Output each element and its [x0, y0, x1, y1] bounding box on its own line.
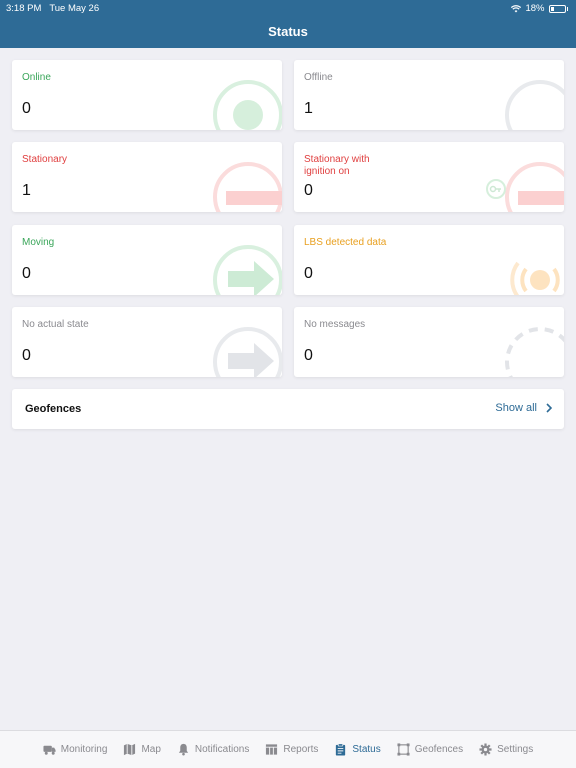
bottom-tab-bar: Monitoring Map Notifications Reports Sta…: [0, 730, 576, 768]
card-value: 0: [304, 265, 313, 282]
tab-label: Monitoring: [60, 744, 108, 755]
battery-icon: [548, 4, 566, 13]
show-all-link[interactable]: Show all: [495, 402, 552, 414]
geofences-row[interactable]: Geofences Show all: [12, 389, 564, 429]
status-right: 18%: [511, 3, 568, 14]
ignition-key-icon: [486, 162, 564, 212]
status-bar: 3:18 PM Tue May 26 18%: [0, 0, 576, 16]
tab-label: Reports: [283, 744, 319, 755]
tab-label: Status: [352, 744, 381, 755]
status-card-no-messages[interactable]: No messages 0: [294, 307, 564, 377]
status-card-stationary-ignition[interactable]: Stationary with ignition on 0: [294, 142, 564, 212]
geofences-title: Geofences: [25, 403, 82, 415]
card-value: 0: [22, 100, 31, 117]
tab-reports[interactable]: Reports: [257, 743, 326, 756]
no-state-arrow-icon: [213, 327, 282, 377]
stationary-bar-icon: [213, 162, 282, 212]
tab-notifications[interactable]: Notifications: [169, 743, 257, 756]
card-label: Stationary with ignition on: [304, 154, 370, 177]
page-title: Status: [268, 24, 308, 39]
card-label: Moving: [22, 237, 55, 248]
geofence-icon: [397, 743, 410, 756]
status-card-online[interactable]: Online 0: [12, 60, 282, 130]
offline-circle-icon: [505, 80, 564, 130]
card-value: 0: [22, 265, 31, 282]
show-all-label: Show all: [495, 402, 537, 414]
card-label: No actual state: [22, 319, 89, 330]
battery-percent: 18%: [525, 3, 545, 14]
tab-label: Map: [141, 744, 161, 755]
clock-date: Tue May 26: [49, 3, 100, 14]
card-label: Online: [22, 72, 51, 83]
map-icon: [124, 743, 136, 756]
tab-settings[interactable]: Settings: [471, 743, 541, 756]
moving-arrow-icon: [213, 245, 282, 295]
tab-status[interactable]: Status: [326, 743, 388, 756]
gear-icon: [479, 743, 492, 756]
tab-label: Settings: [497, 744, 534, 755]
online-dot-icon: [213, 80, 282, 130]
card-label: Offline: [304, 72, 333, 83]
tab-geofences[interactable]: Geofences: [389, 743, 471, 756]
card-label: Stationary: [22, 154, 68, 165]
table-icon: [266, 744, 278, 755]
tab-map[interactable]: Map: [115, 743, 168, 756]
card-value: 0: [304, 347, 313, 364]
no-messages-dashed-icon: [505, 327, 564, 377]
battery-nub: [566, 6, 568, 11]
card-label: LBS detected data: [304, 237, 387, 248]
card-value: 0: [304, 182, 313, 199]
status-card-offline[interactable]: Offline 1: [294, 60, 564, 130]
card-value: 1: [304, 100, 313, 117]
wifi-icon: [511, 4, 522, 12]
status-card-moving[interactable]: Moving 0: [12, 225, 282, 295]
lbs-signal-icon: [510, 261, 560, 295]
status-card-lbs[interactable]: LBS detected data 0: [294, 225, 564, 295]
card-label: No messages: [304, 319, 366, 330]
card-value: 1: [22, 182, 31, 199]
tab-label: Geofences: [414, 744, 464, 755]
bell-icon: [178, 743, 189, 756]
clipboard-icon: [336, 743, 346, 756]
tab-label: Notifications: [194, 744, 250, 755]
status-card-no-actual-state[interactable]: No actual state 0: [12, 307, 282, 377]
clock-time: 3:18 PM: [6, 3, 42, 14]
status-time: 3:18 PM Tue May 26: [6, 3, 99, 14]
app-header: 3:18 PM Tue May 26 18% Status: [0, 0, 576, 48]
tab-monitoring[interactable]: Monitoring: [35, 743, 116, 756]
truck-icon: [43, 745, 56, 755]
status-card-stationary[interactable]: Stationary 1: [12, 142, 282, 212]
card-value: 0: [22, 347, 31, 364]
chevron-right-icon: [546, 403, 552, 413]
